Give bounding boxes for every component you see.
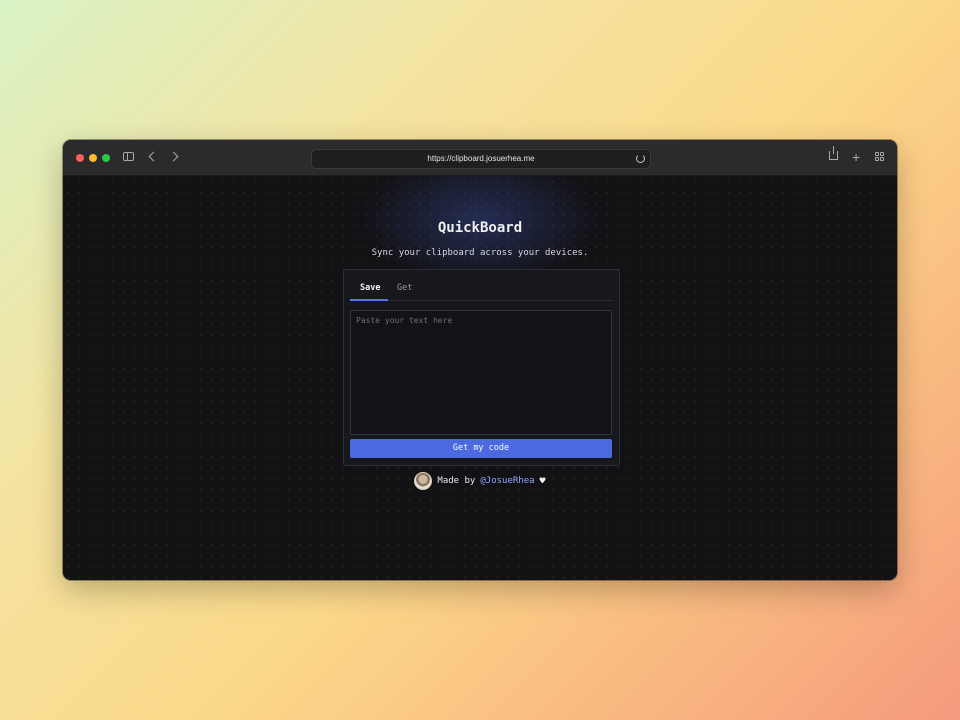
clipboard-card: Save Get Paste your text here Get my cod… [343, 269, 620, 466]
new-tab-icon[interactable]: + [852, 150, 860, 164]
page-content: QuickBoard Sync your clipboard across yo… [63, 176, 897, 580]
author-link[interactable]: @JosueRhea [480, 476, 534, 486]
active-tab-indicator [350, 299, 388, 301]
forward-icon[interactable] [168, 151, 179, 162]
clipboard-text-input[interactable]: Paste your text here [350, 310, 612, 435]
tab-overview-icon[interactable] [875, 152, 884, 161]
close-window-button[interactable] [76, 154, 84, 162]
get-code-button[interactable]: Get my code [350, 439, 612, 458]
back-icon[interactable] [148, 151, 159, 162]
avatar [414, 472, 433, 490]
share-icon[interactable] [829, 146, 838, 160]
tab-get[interactable]: Get [397, 283, 412, 293]
page-title: QuickBoard [437, 220, 523, 236]
page-subtitle: Sync your clipboard across your devices. [371, 248, 589, 258]
minimize-window-button[interactable] [89, 154, 97, 162]
sidebar-toggle-icon[interactable] [123, 152, 134, 161]
reload-icon[interactable] [636, 154, 645, 163]
url-text: https://clipboard.josuerhea.me [427, 154, 535, 163]
tab-save[interactable]: Save [360, 283, 380, 293]
address-bar[interactable]: https://clipboard.josuerhea.me [311, 149, 651, 169]
footer: Made by @JosueRhea ♥ [63, 472, 897, 490]
browser-toolbar: https://clipboard.josuerhea.me + [63, 140, 897, 176]
footer-prefix: Made by [437, 476, 476, 486]
zoom-window-button[interactable] [102, 154, 110, 162]
tabs-divider [350, 300, 612, 301]
browser-window: https://clipboard.josuerhea.me + QuickBo… [63, 140, 897, 580]
heart-icon: ♥ [539, 475, 546, 487]
